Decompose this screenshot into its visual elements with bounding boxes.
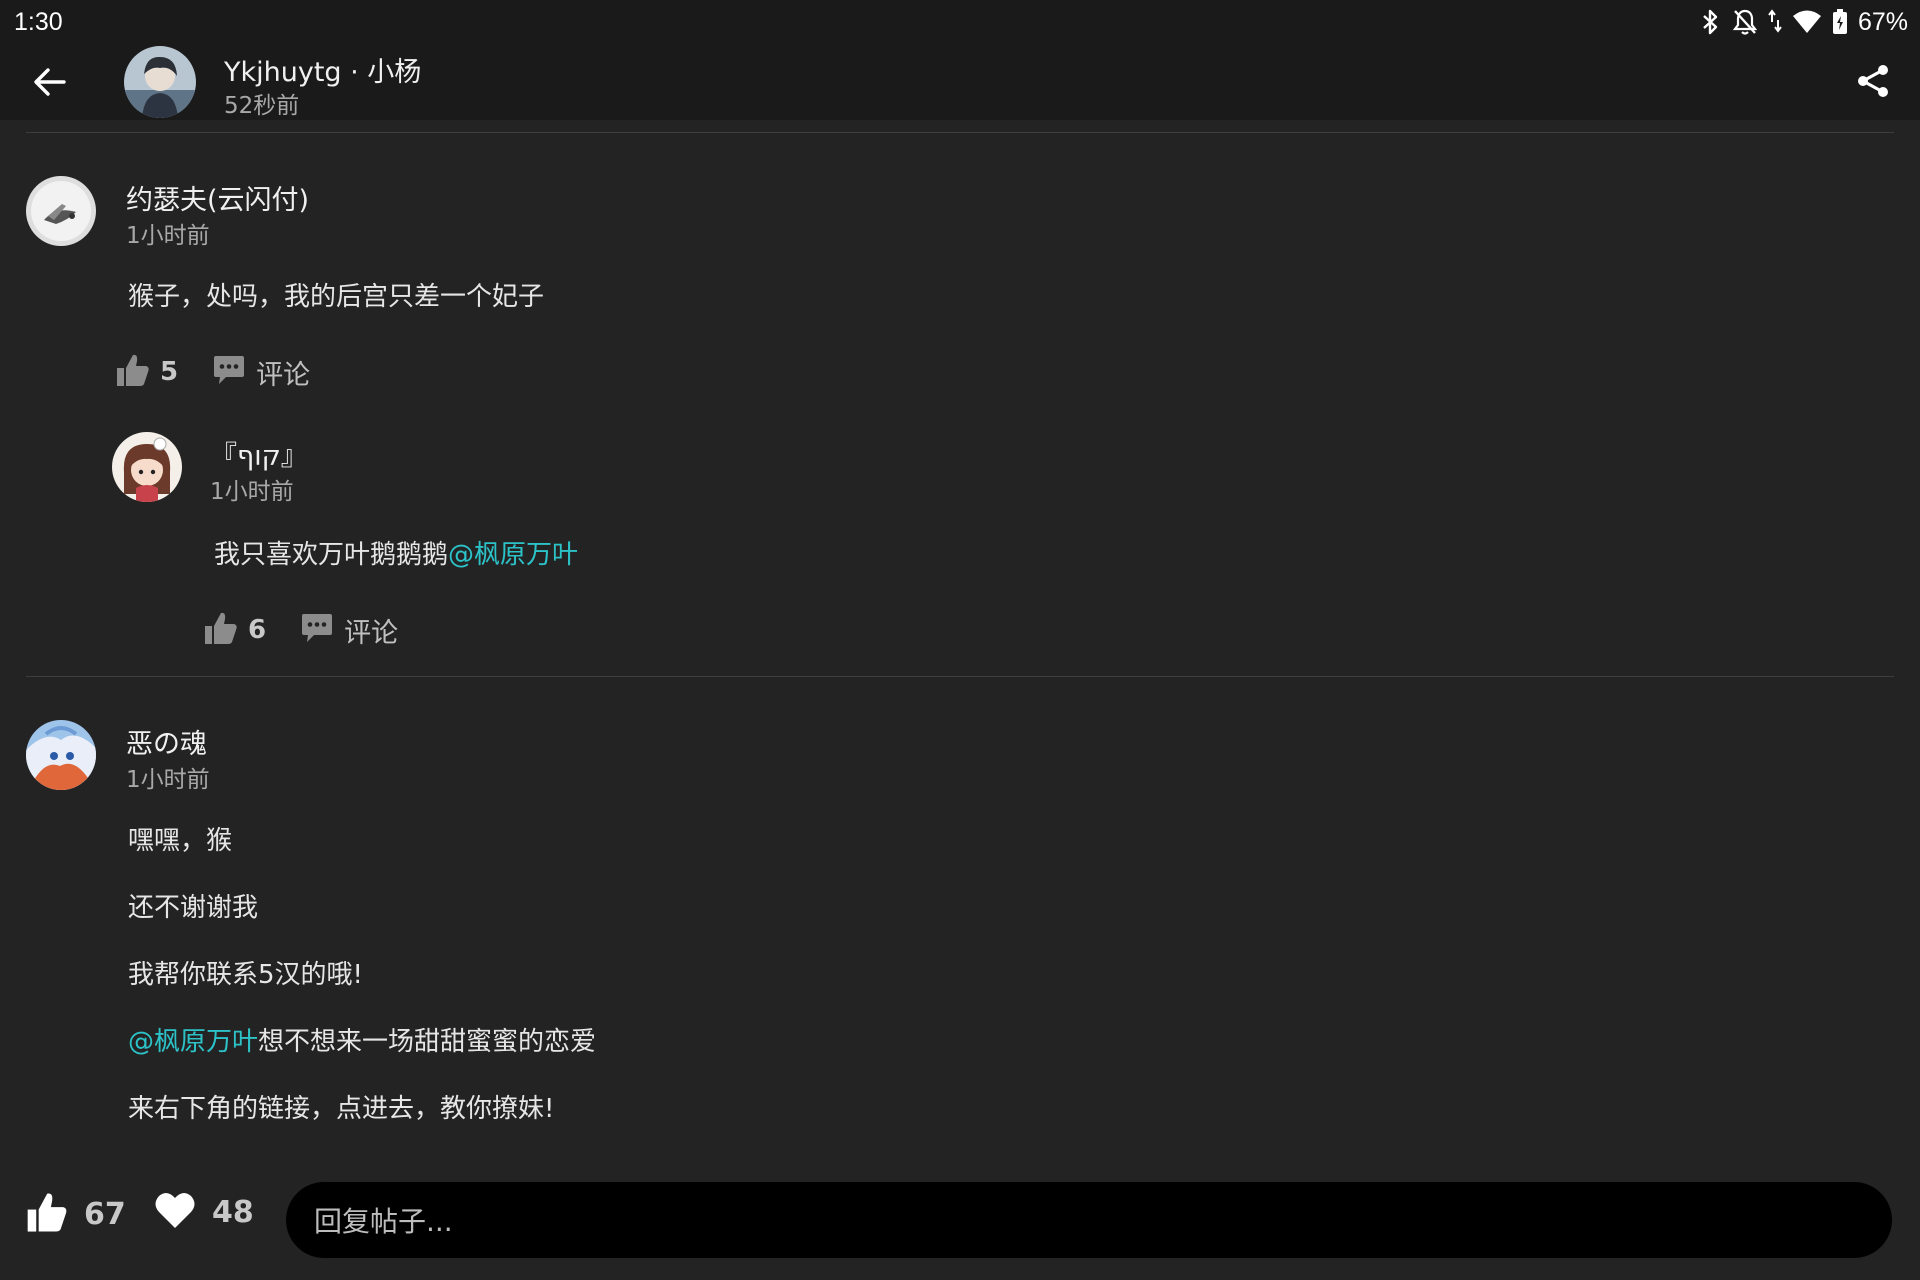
battery-icon: [1832, 8, 1848, 36]
replier-avatar[interactable]: [112, 432, 182, 502]
comment-line: 我帮你联系5汉的哦!: [128, 960, 363, 990]
comment-line: 嘿嘿，猴: [128, 826, 233, 856]
thumbs-up-icon: [114, 352, 150, 392]
post-detail-screen: 1:30 67% Ykjhuytg · 小杨 52秒前 约瑟夫(云闪付) 1小时…: [0, 0, 1920, 1280]
post-favorite-button[interactable]: 48: [154, 1190, 254, 1234]
comment-time: 1小时前: [126, 223, 210, 249]
comment-line: 来右下角的链接，点进去，教你撩妹!: [128, 1094, 555, 1124]
reply-time: 1小时前: [210, 479, 294, 505]
back-button[interactable]: [22, 58, 78, 110]
comment-divider: [26, 676, 1894, 677]
reply-text-body: 我只喜欢万叶鹅鹅鹅: [214, 540, 449, 570]
reply-actions: 6 评论: [202, 610, 398, 650]
reply-box[interactable]: [286, 1182, 1892, 1260]
comment-line-body: 想不想来一场甜甜蜜蜜的恋爱: [258, 1027, 597, 1057]
signal-arrows-icon: [1768, 8, 1782, 36]
replier-name[interactable]: 『קוף』: [210, 434, 308, 473]
comment-bubble-icon: [212, 353, 246, 391]
notifications-off-icon: [1732, 8, 1758, 36]
commenter-name[interactable]: 约瑟夫(云闪付): [126, 178, 309, 217]
like-count: 6: [248, 615, 267, 645]
comment-label: 评论: [344, 617, 399, 649]
post-like-button[interactable]: 67: [24, 1190, 126, 1238]
battery-percent: 67%: [1857, 7, 1908, 36]
mention-link[interactable]: @枫原万叶: [128, 1027, 258, 1057]
post-time: 52秒前: [224, 93, 300, 119]
header-divider: [26, 132, 1894, 133]
like-button[interactable]: 6: [202, 610, 266, 650]
post-like-count: 67: [84, 1196, 126, 1232]
share-icon: [1855, 63, 1891, 103]
comment-line: 还不谢谢我: [128, 893, 259, 923]
like-count: 5: [160, 357, 179, 387]
comment-line: @枫原万叶想不想来一场甜甜蜜蜜的恋爱: [128, 1021, 596, 1058]
bottom-bar: 67 48: [0, 1168, 1920, 1280]
mention-link[interactable]: @枫原万叶: [448, 540, 578, 570]
status-icons: 67%: [1700, 6, 1908, 38]
author-name[interactable]: Ykjhuytg · 小杨: [224, 50, 421, 89]
commenter-avatar[interactable]: [26, 720, 96, 790]
comment-bubble-icon: [300, 611, 334, 649]
arrow-left-icon: [33, 67, 67, 101]
commenter-name[interactable]: 恶の魂: [126, 722, 207, 761]
wifi-icon: [1792, 9, 1822, 35]
share-button[interactable]: [1848, 58, 1898, 108]
thumbs-up-icon: [202, 610, 238, 650]
like-button[interactable]: 5: [114, 352, 178, 392]
bluetooth-icon: [1700, 8, 1722, 36]
comment-actions: 5 评论: [114, 352, 310, 392]
top-app-bar: Ykjhuytg · 小杨 52秒前: [0, 44, 1920, 120]
reply-input[interactable]: [312, 1182, 1856, 1260]
comment-text: 猴子，处吗，我的后宫只差一个妃子: [128, 282, 545, 312]
comment-time: 1小时前: [126, 767, 210, 793]
reply-text: 我只喜欢万叶鹅鹅鹅@枫原万叶: [214, 534, 578, 571]
comment-button[interactable]: 评论: [212, 353, 310, 392]
heart-icon: [154, 1190, 196, 1234]
post-favorite-count: 48: [212, 1194, 254, 1230]
comment-label: 评论: [256, 359, 311, 391]
author-avatar[interactable]: [124, 46, 196, 118]
comment-button[interactable]: 评论: [300, 611, 398, 650]
status-time: 1:30: [14, 8, 63, 36]
commenter-avatar[interactable]: [26, 176, 96, 246]
thumbs-up-icon: [24, 1190, 68, 1238]
status-bar: 1:30 67%: [0, 0, 1920, 44]
